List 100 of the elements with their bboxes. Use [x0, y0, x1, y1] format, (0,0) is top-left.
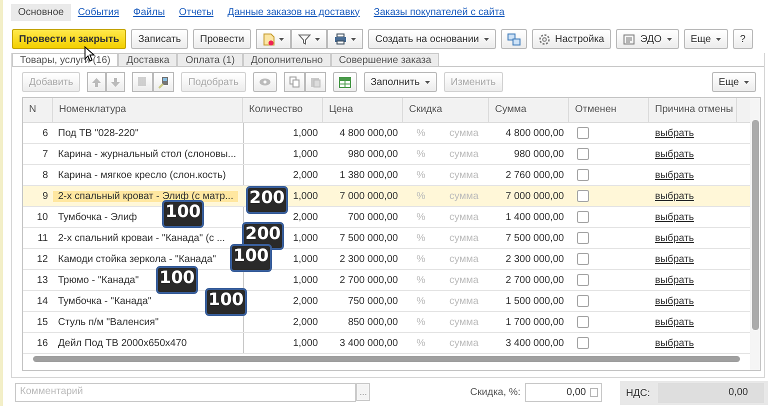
nav-tab[interactable]: Данные заказов на доставку — [220, 4, 367, 20]
move-up-button[interactable] — [87, 72, 106, 92]
view-button[interactable] — [252, 72, 277, 92]
select-link[interactable]: выбрать — [649, 232, 737, 244]
table-row[interactable]: 6 Под ТВ "028-220" 1,000 4 800 000,00 % сумма 4 800 000,00 выбрать — [23, 123, 750, 144]
move-down-button[interactable] — [106, 72, 126, 92]
checkbox[interactable] — [577, 148, 589, 160]
table-cell-text: сумма — [448, 296, 480, 306]
checkbox[interactable] — [577, 211, 589, 223]
table-cell-text: Тумбочка - Элиф — [57, 212, 138, 222]
table-row[interactable]: 8 Карина - мягкое кресло (слон.кость) 2,000 1 380 000,00 % сумма 2 760 000,00 выбрать — [23, 165, 750, 186]
select-link[interactable]: выбрать — [649, 316, 737, 328]
table-cell-text: Карина - мягкое кресло (слон.кость) — [57, 170, 227, 180]
nav-tab[interactable]: Основное — [11, 4, 71, 20]
document-tab[interactable]: Товары, услуги (16) — [12, 53, 118, 66]
table-cell-text: 2 700 000,00 — [338, 274, 399, 286]
table-cell-text: Камоди стойка зеркола - "Канада" — [57, 254, 218, 264]
nav-tab[interactable]: События — [70, 4, 126, 20]
table-cell-text: Под ТВ "028-220" — [57, 128, 140, 138]
checkbox[interactable] — [577, 232, 589, 244]
table-cell-text: сумма — [448, 254, 480, 264]
checkbox[interactable] — [577, 274, 589, 286]
column-header[interactable]: Цена — [323, 98, 403, 122]
table-row[interactable]: 16 Дейл Под ТВ 2000x650x470 1,000 3 400 000,00 % сумма 3 400 000,00 выбрать — [23, 333, 750, 354]
barcode-button[interactable] — [132, 72, 154, 92]
select-link[interactable]: выбрать — [649, 170, 737, 180]
select-link[interactable]: выбрать — [649, 128, 737, 138]
table-cell-text: 7 000 000,00 — [338, 190, 399, 202]
table-cell-text: сумма — [448, 170, 480, 180]
checkbox[interactable] — [577, 169, 589, 181]
toolbar-button[interactable]: Провести — [193, 29, 252, 49]
table-cell-text: 2 300 000,00 — [504, 254, 565, 264]
select-link[interactable]: выбрать — [649, 148, 737, 160]
print-menu-button[interactable] — [327, 29, 364, 49]
structure-button[interactable] — [501, 29, 527, 49]
checkbox[interactable] — [577, 253, 589, 265]
table-cell-text: сумма — [448, 274, 480, 286]
select-link[interactable]: выбрать — [649, 190, 737, 202]
row-number: 8 — [41, 170, 49, 180]
menu-button[interactable]: Еще — [684, 29, 728, 49]
document-tab[interactable]: Совершение заказа — [330, 53, 440, 66]
checkbox[interactable] — [577, 295, 589, 307]
linked-documents-icon — [507, 32, 521, 46]
nav-tab[interactable]: Заказы покупателей с сайта — [366, 4, 512, 20]
checkbox[interactable] — [577, 316, 589, 328]
nav-tab[interactable]: Файлы — [126, 4, 172, 20]
table-cell-text: 2,000 — [292, 170, 319, 180]
column-header[interactable]: N — [23, 98, 53, 122]
vertical-scrollbar[interactable] — [750, 98, 760, 370]
scanner-button[interactable] — [153, 72, 174, 92]
select-link[interactable]: выбрать — [649, 254, 737, 264]
document-tab[interactable]: Дополнительно — [242, 53, 331, 66]
caret-icon — [744, 80, 749, 84]
paste-button[interactable] — [304, 72, 326, 92]
table-cell-text: % — [416, 254, 426, 264]
column-header[interactable]: Отменен — [569, 98, 649, 122]
column-header[interactable]: Причина отмены — [649, 98, 737, 122]
menu-button[interactable]: Еще — [712, 72, 756, 92]
menu-button[interactable]: Заполнить — [364, 72, 437, 92]
discount-field[interactable]: 0,00 — [524, 383, 602, 402]
menu-button[interactable]: Создать на основании — [368, 29, 496, 49]
toolbar-button[interactable]: ? — [733, 29, 753, 49]
select-link[interactable]: выбрать — [649, 274, 737, 286]
column-header[interactable]: Сумма — [489, 98, 569, 122]
attachment-menu-button[interactable] — [256, 29, 292, 49]
paste-icon — [310, 76, 321, 88]
edo-button[interactable]: ЭДО — [616, 29, 679, 49]
vat-value: 0,00 — [658, 383, 764, 403]
table-cell-text: 1,000 — [292, 232, 319, 244]
nav-tab[interactable]: Отчеты — [172, 4, 220, 20]
scrollbar-thumb[interactable] — [752, 120, 759, 330]
select-link[interactable]: выбрать — [649, 338, 737, 348]
comment-field[interactable]: Комментарий — [15, 383, 356, 402]
select-link[interactable]: выбрать — [649, 212, 737, 222]
number-badge: 100 — [162, 200, 204, 228]
document-tab[interactable]: Оплата (1) — [177, 53, 243, 66]
copy-icon — [288, 76, 300, 88]
horizontal-scrollbar[interactable] — [33, 356, 740, 362]
checkbox[interactable] — [577, 127, 589, 139]
copy-button[interactable] — [284, 72, 305, 92]
toolbar-button[interactable]: Записать — [131, 29, 188, 49]
select-link[interactable]: выбрать — [649, 296, 737, 306]
column-header[interactable]: Количество — [243, 98, 323, 122]
table-cell-text: 1 700 000,00 — [504, 316, 565, 328]
document-tab[interactable]: Доставка — [118, 53, 178, 66]
post-and-close-button[interactable]: Провести и закрыть — [12, 29, 126, 49]
row-number: 11 — [36, 232, 49, 244]
table-row[interactable]: 7 Карина - журнальный стол (слоновы... 1,000 980 000,00 % сумма 980 000,00 выбрать — [23, 144, 750, 165]
spreadsheet-button[interactable] — [332, 72, 357, 92]
table-cell-text: 1,000 — [292, 190, 319, 202]
filter-menu-button[interactable] — [291, 29, 328, 49]
table-cell-text: сумма — [448, 212, 480, 222]
table-cell-text: 1 380 000,00 — [338, 170, 399, 180]
filter-icon — [298, 34, 312, 44]
checkbox[interactable] — [577, 337, 589, 349]
settings-button[interactable]: Настройка — [532, 29, 612, 49]
column-header[interactable]: Номенклатура — [53, 98, 243, 122]
column-header[interactable]: Скидка — [403, 98, 489, 122]
table-cell-text: сумма — [448, 190, 480, 202]
checkbox[interactable] — [577, 190, 589, 202]
